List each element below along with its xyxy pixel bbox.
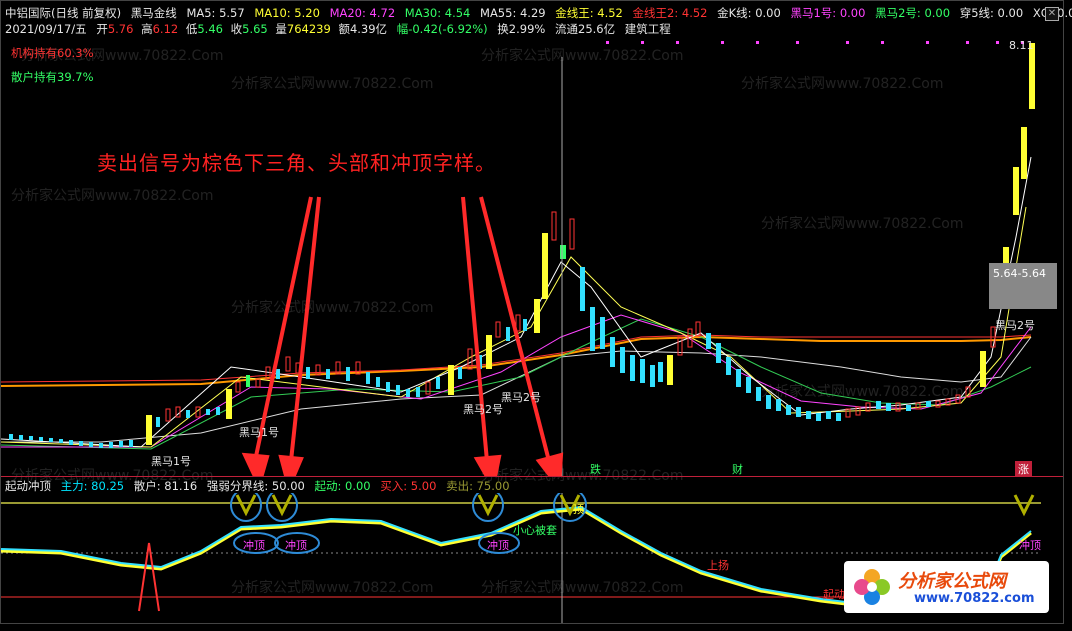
price-chart[interactable] [1,37,1063,477]
buy-value: 买入: 5.00 [380,479,437,493]
close-panel-icon[interactable]: ✕ [1045,7,1059,21]
ma5-value: MA5: 5.57 [186,6,245,20]
ma10-value: MA10: 5.20 [254,6,320,20]
rise-label: 上扬 [707,559,729,572]
black-horse1-value: 黑马1号: 0.00 [790,6,866,20]
start-label: 起动 [823,588,845,601]
ma-red-line [1,334,1032,383]
top-short-label: 顶 [573,503,584,516]
quote-open: 开5.76 [96,22,134,36]
caution-label: 小心被套 [513,524,557,537]
ma30-value: MA30: 4.54 [404,6,471,20]
indicator-header: 中铝国际(日线 前复权) 黑马金线 MA5: 5.57 MA10: 5.20 M… [5,5,1072,21]
quote-close: 收5.65 [230,22,268,36]
sub-indicator-title[interactable]: 起动冲顶 [5,479,51,493]
annotation-text: 卖出信号为棕色下三角、头部和冲顶字样。 [97,151,496,175]
site-logo[interactable]: 分析家公式网 www.70822.com [844,561,1049,613]
golden-line-value: 金线王: 4.52 [555,6,623,20]
top-signal-label: 冲顶 [1019,539,1041,552]
sub-indicator-header: 起动冲顶 主力: 80.25 散户: 81.16 强弱分界线: 50.00 起动… [5,478,516,494]
event-finance-badge[interactable]: 财 [729,461,746,477]
chart-window: 分析家公式网www.70822.Com 分析家公式网www.70822.Com … [0,0,1072,624]
ma55-value: MA55: 4.29 [480,6,546,20]
quote-amount: 额4.39亿 [338,22,388,36]
top-signal-label: 冲顶 [285,539,307,552]
black-horse2-label: 黑马2号 [501,391,541,404]
quote-change: 幅-0.42(-6.92%) [396,22,488,36]
event-rise-badge[interactable]: 涨 [1015,461,1032,477]
black-horse2-label: 黑马2号 [995,319,1035,332]
retail-value: 散户: 81.16 [133,479,198,493]
logo-url: www.70822.com [914,591,1035,606]
candles [9,43,1035,448]
quote-low: 低5.46 [185,22,223,36]
black-horse2-label: 黑马2号 [463,403,503,416]
quote-industry: 建筑工程 [624,22,671,36]
quote-turnover: 换2.99% [497,22,546,36]
black-horse1-label: 黑马1号 [151,455,191,468]
logo-name: 分析家公式网 [898,571,1006,592]
sell-value: 卖出: 75.00 [446,479,510,493]
quote-line: 2021/09/17/五 开5.76 高6.12 低5.46 收5.65 量76… [5,21,677,37]
quote-high: 高6.12 [141,22,179,36]
cross5-value: 穿5线: 0.00 [959,6,1024,20]
panel-divider[interactable] [1,476,1063,477]
quote-volume: 量764239 [275,22,331,36]
main-force-value: 主力: 80.25 [60,479,125,493]
golden-k-value: 金K线: 0.00 [717,6,781,20]
quote-float: 流通25.6亿 [555,22,616,36]
black-horse2-value: 黑马2号: 0.00 [875,6,951,20]
black-horse1-label: 黑马1号 [239,426,279,439]
indicator-name[interactable]: 黑马金线 [131,6,177,20]
top-signal-label: 冲顶 [243,539,265,552]
strength-line-value: 强弱分界线: 50.00 [206,479,305,493]
stock-name[interactable]: 中铝国际(日线 前复权) [5,6,121,20]
quote-date: 2021/09/17/五 [5,22,87,36]
top-price-label: 8.11 [1009,39,1034,52]
price-range-box: 5.64-5.64 [989,263,1057,309]
top-signal-label: 冲顶 [487,539,509,552]
annotation-arrows [241,196,564,477]
ma20-value: MA20: 4.72 [329,6,396,20]
top-markers [606,41,1024,44]
event-fall-badge[interactable]: 跌 [587,461,604,477]
qidong-value: 起动: 0.00 [314,479,371,493]
golden-line2-value: 金线王2: 4.52 [632,6,708,20]
flower-icon [854,569,890,605]
